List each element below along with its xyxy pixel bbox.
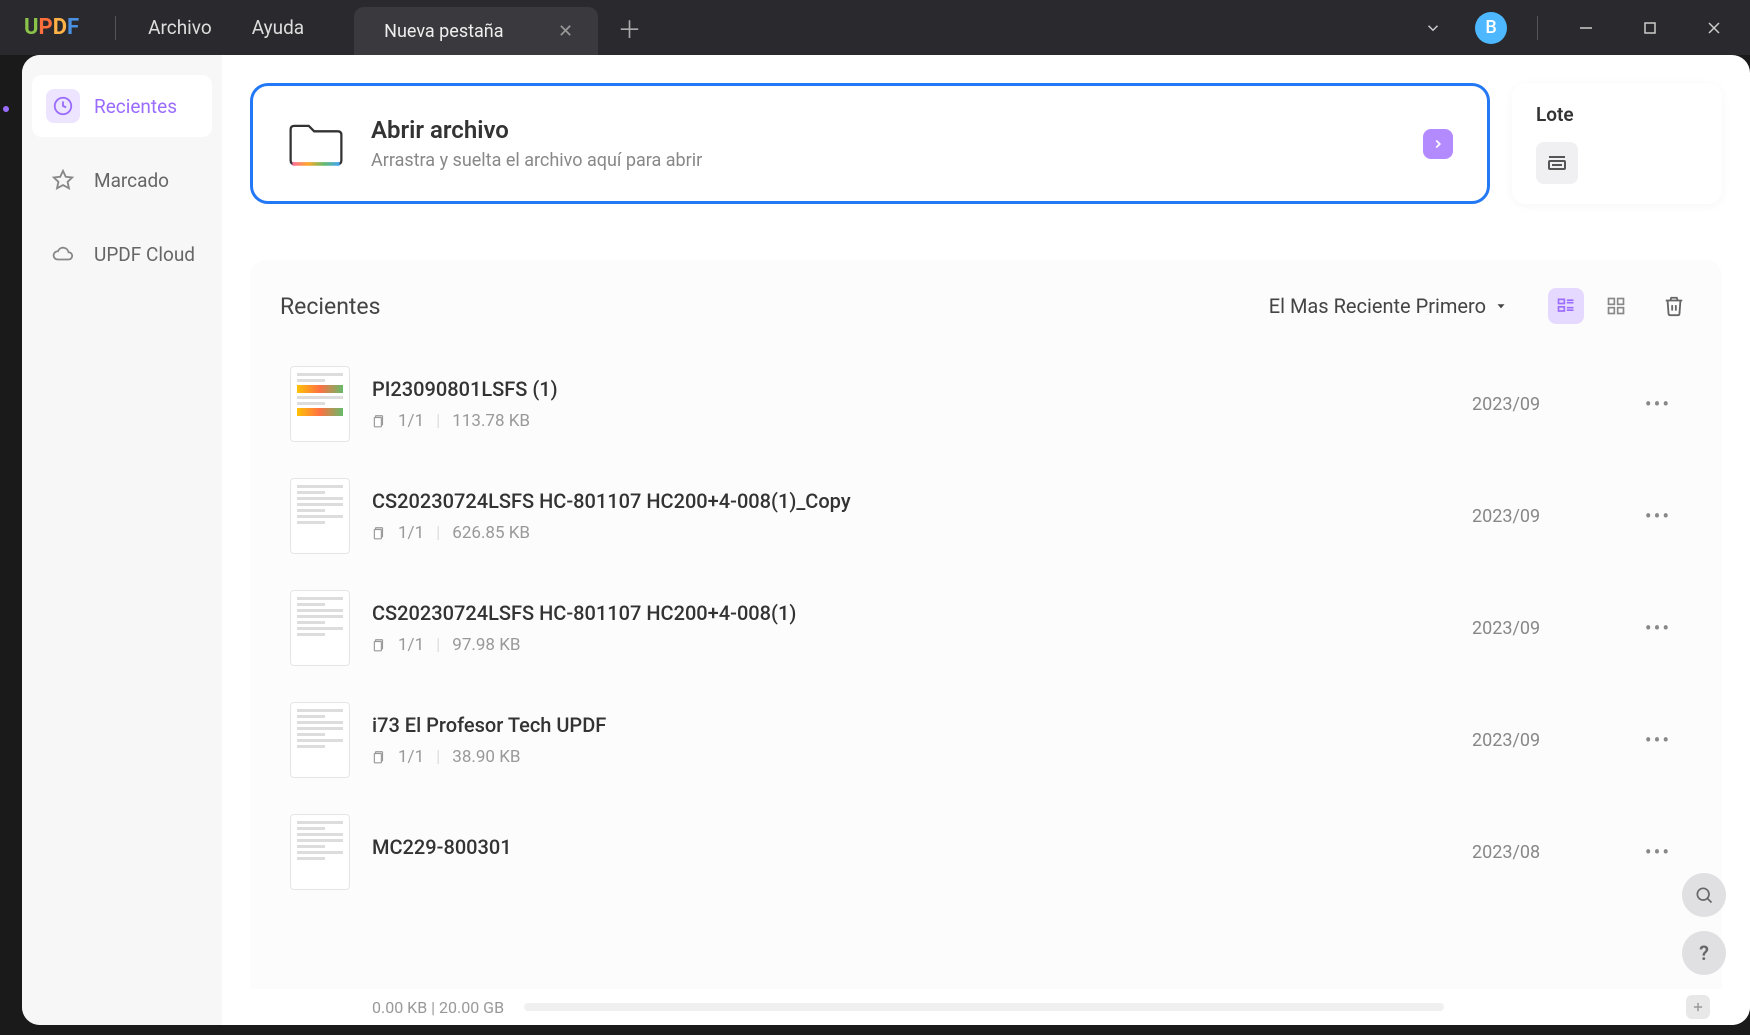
file-thumbnail [290, 590, 350, 666]
help-float-button[interactable]: ? [1682, 931, 1726, 975]
tab-strip: Nueva pestaña ✕ ＋ [354, 0, 641, 55]
file-pages: 1/1 [398, 635, 424, 655]
pages-icon [372, 526, 386, 540]
close-tab-icon[interactable]: ✕ [554, 19, 578, 43]
file-meta: 1/1 | 97.98 KB [372, 635, 1450, 655]
grid-icon [1606, 296, 1626, 316]
folder-icon [287, 118, 345, 170]
file-date: 2023/09 [1472, 506, 1612, 527]
maximize-button[interactable] [1622, 4, 1678, 52]
file-name: i73 El Profesor Tech UPDF [372, 713, 1450, 737]
file-row[interactable]: i73 El Profesor Tech UPDF 1/1 | 38.90 KB… [280, 684, 1692, 796]
cloud-icon [46, 237, 80, 271]
open-file-card[interactable]: Abrir archivo Arrastra y suelta el archi… [250, 83, 1490, 204]
search-icon [1694, 885, 1714, 905]
batch-title: Lote [1536, 103, 1698, 126]
side-active-dot [3, 106, 9, 112]
sidebar-item-recientes[interactable]: Recientes [32, 75, 212, 137]
file-date: 2023/09 [1472, 618, 1612, 639]
minimize-button[interactable] [1558, 4, 1614, 52]
divider [1537, 16, 1538, 40]
delete-button[interactable] [1656, 288, 1692, 324]
search-float-button[interactable] [1682, 873, 1726, 917]
file-thumbnail [290, 478, 350, 554]
pages-icon [372, 750, 386, 764]
file-date: 2023/09 [1472, 394, 1612, 415]
sort-label: El Mas Reciente Primero [1269, 294, 1486, 318]
file-list: PI23090801LSFS (1) 1/1 | 113.78 KB 2023/… [280, 348, 1692, 1025]
file-thumbnail [290, 702, 350, 778]
file-date: 2023/09 [1472, 730, 1612, 751]
file-name: CS20230724LSFS HC-801107 HC200+4-008(1)_… [372, 489, 1450, 513]
batch-card: Lote [1512, 83, 1722, 204]
grid-view-button[interactable] [1598, 288, 1634, 324]
sidebar: Recientes Marcado UPDF Cloud [22, 55, 222, 1025]
clock-icon [46, 89, 80, 123]
sidebar-item-label: UPDF Cloud [94, 243, 195, 266]
pages-icon [372, 414, 386, 428]
file-row[interactable]: CS20230724LSFS HC-801107 HC200+4-008(1)_… [280, 460, 1692, 572]
menu-file[interactable]: Archivo [128, 16, 232, 39]
titlebar: UPDF Archivo Ayuda Nueva pestaña ✕ ＋ B [0, 0, 1750, 55]
divider [115, 16, 116, 40]
file-more-button[interactable]: ••• [1634, 504, 1682, 528]
file-pages: 1/1 [398, 747, 424, 767]
file-size: 113.78 KB [452, 411, 530, 431]
app-logo: UPDF [0, 15, 103, 40]
batch-scanner-button[interactable] [1536, 142, 1578, 184]
storage-progress [524, 1003, 1444, 1011]
file-meta: 1/1 | 38.90 KB [372, 747, 1450, 767]
file-more-button[interactable]: ••• [1634, 392, 1682, 416]
file-more-button[interactable]: ••• [1634, 840, 1682, 864]
file-name: PI23090801LSFS (1) [372, 377, 1450, 401]
sidebar-item-label: Marcado [94, 169, 169, 192]
sidebar-item-label: Recientes [94, 95, 177, 118]
star-icon [46, 163, 80, 197]
file-more-button[interactable]: ••• [1634, 728, 1682, 752]
open-file-title: Abrir archivo [371, 116, 1397, 144]
sidebar-item-cloud[interactable]: UPDF Cloud [32, 223, 212, 285]
close-window-button[interactable] [1686, 4, 1742, 52]
tab-title: Nueva pestaña [384, 21, 503, 42]
file-pages: 1/1 [398, 411, 424, 431]
tab-new[interactable]: Nueva pestaña ✕ [354, 7, 597, 55]
file-row[interactable]: CS20230724LSFS HC-801107 HC200+4-008(1) … [280, 572, 1692, 684]
file-row[interactable]: PI23090801LSFS (1) 1/1 | 113.78 KB 2023/… [280, 348, 1692, 460]
file-row[interactable]: MC229-800301 2023/08 ••• [280, 796, 1692, 908]
file-thumbnail [290, 366, 350, 442]
file-more-button[interactable]: ••• [1634, 616, 1682, 640]
help-icon: ? [1699, 941, 1709, 965]
file-thumbnail [290, 814, 350, 890]
file-date: 2023/08 [1472, 842, 1612, 863]
file-size: 97.98 KB [452, 635, 520, 655]
plus-icon [1691, 1000, 1705, 1014]
file-pages: 1/1 [398, 523, 424, 543]
open-file-subtitle: Arrastra y suelta el archivo aquí para a… [371, 150, 1397, 171]
file-meta: 1/1 | 626.85 KB [372, 523, 1450, 543]
trash-icon [1663, 295, 1685, 317]
list-view-button[interactable] [1548, 288, 1584, 324]
chevron-down-icon[interactable] [1409, 4, 1457, 52]
recents-title: Recientes [280, 293, 381, 320]
storage-text: 0.00 KB | 20.00 GB [372, 998, 504, 1017]
sort-dropdown[interactable]: El Mas Reciente Primero [1269, 294, 1508, 318]
file-size: 626.85 KB [452, 523, 530, 543]
storage-bar: 0.00 KB | 20.00 GB [222, 989, 1750, 1025]
file-size: 38.90 KB [452, 747, 520, 767]
new-tab-button[interactable]: ＋ [618, 10, 642, 45]
open-arrow-icon [1423, 129, 1453, 159]
scanner-icon [1545, 151, 1569, 175]
storage-add-button[interactable] [1686, 995, 1710, 1019]
menu-help[interactable]: Ayuda [232, 16, 324, 39]
sidebar-item-marcado[interactable]: Marcado [32, 149, 212, 211]
file-name: MC229-800301 [372, 835, 1450, 859]
file-name: CS20230724LSFS HC-801107 HC200+4-008(1) [372, 601, 1450, 625]
caret-down-icon [1494, 299, 1508, 313]
pages-icon [372, 638, 386, 652]
user-avatar[interactable]: B [1475, 12, 1507, 44]
list-icon [1556, 296, 1576, 316]
file-meta: 1/1 | 113.78 KB [372, 411, 1450, 431]
